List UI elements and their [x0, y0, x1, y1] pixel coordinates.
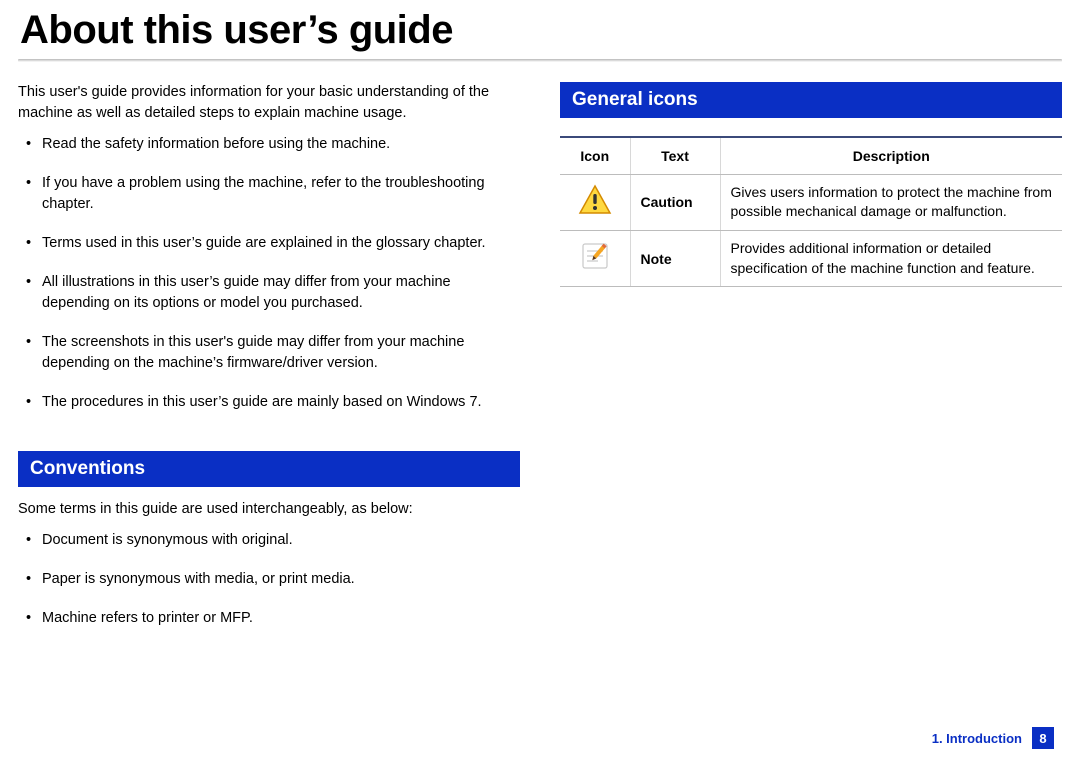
text-cell: Note: [630, 231, 720, 287]
list-item: Document is synonymous with original.: [18, 530, 520, 569]
list-item: Paper is synonymous with media, or print…: [18, 569, 520, 608]
col-header-icon: Icon: [560, 137, 630, 175]
col-header-text: Text: [630, 137, 720, 175]
right-column: General icons Icon Text Description: [560, 82, 1062, 647]
conventions-heading: Conventions: [18, 451, 520, 487]
intro-bullet-list: Read the safety information before using…: [18, 134, 520, 431]
conventions-intro: Some terms in this guide are used interc…: [18, 499, 520, 520]
list-item: Read the safety information before using…: [18, 134, 520, 173]
col-header-desc: Description: [720, 137, 1062, 175]
table-header-row: Icon Text Description: [560, 137, 1062, 175]
conventions-bullet-list: Document is synonymous with original. Pa…: [18, 530, 520, 647]
content-columns: This user's guide provides information f…: [0, 62, 1080, 647]
note-icon: [578, 239, 612, 273]
table-row: Caution Gives users information to prote…: [560, 174, 1062, 230]
general-icons-heading: General icons: [560, 82, 1062, 118]
page-title: About this user’s guide: [0, 0, 1080, 53]
list-item: The screenshots in this user's guide may…: [18, 332, 520, 392]
icons-table: Icon Text Description: [560, 136, 1062, 288]
text-cell: Caution: [630, 174, 720, 230]
desc-cell: Gives users information to protect the m…: [720, 174, 1062, 230]
caution-icon: [578, 183, 612, 217]
icon-cell: [560, 174, 630, 230]
desc-cell: Provides additional information or detai…: [720, 231, 1062, 287]
intro-paragraph: This user's guide provides information f…: [18, 82, 520, 124]
left-column: This user's guide provides information f…: [18, 82, 520, 647]
footer-chapter: 1. Introduction: [932, 731, 1022, 746]
list-item: Machine refers to printer or MFP.: [18, 608, 520, 647]
table-row: Note Provides additional information or …: [560, 231, 1062, 287]
list-item: The procedures in this user’s guide are …: [18, 392, 520, 431]
page-number: 8: [1032, 727, 1054, 749]
page-footer: 1. Introduction 8: [932, 727, 1054, 749]
list-item: Terms used in this user’s guide are expl…: [18, 233, 520, 272]
list-item: If you have a problem using the machine,…: [18, 173, 520, 233]
list-item: All illustrations in this user’s guide m…: [18, 272, 520, 332]
icon-cell: [560, 231, 630, 287]
